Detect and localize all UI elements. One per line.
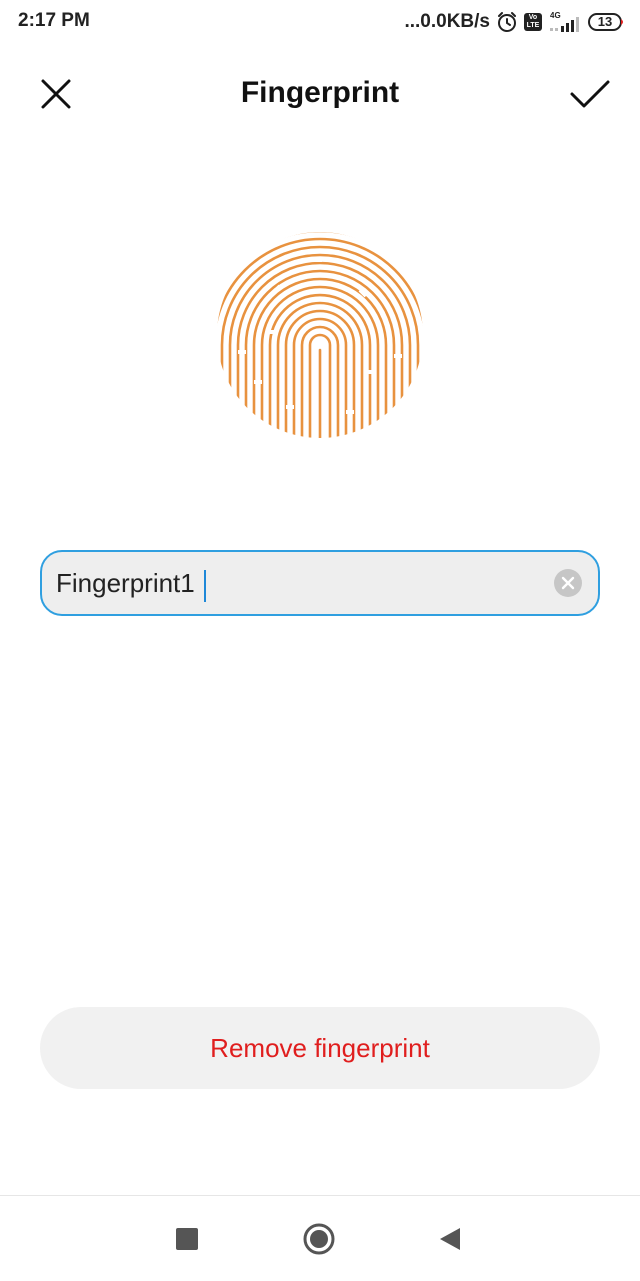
remove-fingerprint-button[interactable]: Remove fingerprint [40, 1007, 600, 1089]
navigation-bar [0, 1195, 640, 1281]
title-bar: Fingerprint [0, 60, 640, 130]
network-type-label: 4G [550, 11, 561, 20]
fingerprint-name-field[interactable] [40, 550, 600, 616]
recents-icon[interactable] [176, 1228, 198, 1250]
status-time: 2:17 PM [18, 10, 90, 31]
alarm-icon [496, 11, 518, 33]
clear-button[interactable] [554, 569, 582, 597]
confirm-button[interactable] [562, 72, 618, 116]
page-title: Fingerprint [240, 76, 400, 109]
volte-icon: Vo LTE [524, 13, 542, 31]
home-icon[interactable] [303, 1223, 335, 1255]
status-icons: ...0.0KB/s Vo LTE 4G 13 [404, 8, 626, 36]
network-speed: ...0.0KB/s [404, 11, 490, 32]
battery-level: 13 [597, 14, 613, 29]
battery-icon: 13 [588, 12, 626, 32]
fingerprint-icon [214, 232, 426, 442]
clear-icon [561, 576, 575, 590]
back-icon[interactable] [438, 1226, 462, 1252]
volte-label-bottom: LTE [526, 22, 540, 29]
signal-icon: 4G [548, 10, 582, 34]
volte-label-top: Vo [528, 14, 538, 21]
check-icon [570, 80, 610, 108]
fingerprint-name-input[interactable] [56, 566, 536, 600]
text-cursor [204, 570, 206, 602]
remove-fingerprint-label: Remove fingerprint [210, 1032, 430, 1063]
status-bar: 2:17 PM ...0.0KB/s Vo LTE 4G 13 [0, 0, 640, 44]
